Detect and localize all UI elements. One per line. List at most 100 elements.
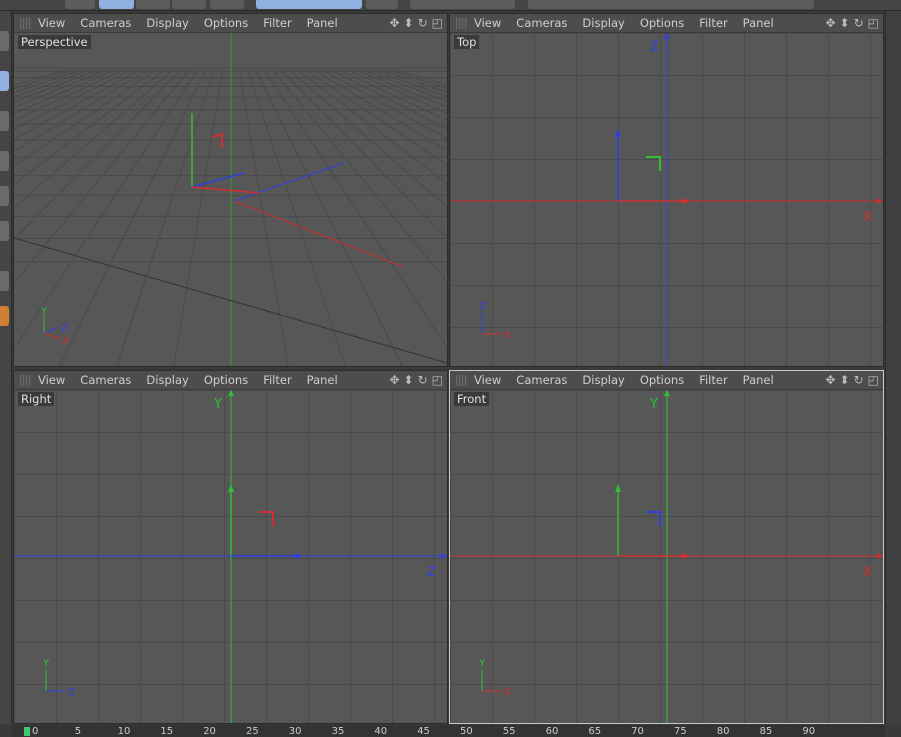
svg-text:X: X (62, 336, 69, 347)
menu-cameras[interactable]: Cameras (516, 373, 567, 387)
menu-options[interactable]: Options (640, 373, 684, 387)
tool-button[interactable] (0, 306, 9, 326)
zoom-view-icon[interactable]: ⬍ (404, 373, 414, 387)
timeline-tick: 65 (588, 726, 602, 737)
tool-button[interactable] (0, 221, 9, 241)
svg-text:X: X (504, 687, 511, 698)
timeline-tick: 50 (460, 726, 473, 737)
menu-view[interactable]: View (474, 373, 501, 387)
menu-filter[interactable]: Filter (263, 373, 291, 387)
viewport-top[interactable]: View Cameras Display Options Filter Panel ✥ ⬍ ↻… (449, 13, 884, 367)
timeline-tick: 35 (331, 726, 345, 737)
move-view-icon[interactable]: ✥ (825, 16, 835, 30)
svg-text:Y: Y (42, 658, 50, 669)
menu-view[interactable]: View (38, 373, 65, 387)
viewport-canvas[interactable]: Y ZX Perspective (14, 33, 447, 366)
timeline-tick: 60 (545, 726, 559, 737)
toolbar-button[interactable] (136, 0, 170, 9)
toggle-view-icon[interactable]: ◰ (432, 373, 443, 387)
drag-grip-icon[interactable] (456, 374, 468, 386)
menu-view[interactable]: View (474, 16, 501, 30)
menu-filter[interactable]: Filter (263, 16, 291, 30)
tool-button[interactable] (0, 71, 9, 91)
toolbar-button[interactable] (366, 0, 398, 9)
menu-display[interactable]: Display (582, 16, 624, 30)
svg-text:Z: Z (650, 40, 659, 55)
toggle-view-icon[interactable]: ◰ (868, 16, 879, 30)
menu-panel[interactable]: Panel (307, 16, 338, 30)
drag-grip-icon[interactable] (20, 374, 32, 386)
menu-cameras[interactable]: Cameras (80, 373, 131, 387)
toolbar-button[interactable] (99, 0, 134, 9)
rotate-view-icon[interactable]: ↻ (854, 373, 864, 387)
tool-button[interactable] (0, 186, 9, 206)
menu-display[interactable]: Display (146, 16, 188, 30)
svg-text:Y: Y (213, 397, 222, 412)
timeline-ruler[interactable]: 0 5 10 15 20 25 30 35 40 45 50 55 60 65 70 75 80 85 90 (12, 725, 885, 737)
toolbar-button[interactable] (256, 0, 362, 9)
move-view-icon[interactable]: ✥ (389, 16, 399, 30)
zoom-view-icon[interactable]: ⬍ (840, 373, 850, 387)
rotate-view-icon[interactable]: ↻ (854, 16, 864, 30)
timeline-tick: 40 (374, 726, 388, 737)
toolbar-button[interactable] (172, 0, 206, 9)
drag-grip-icon[interactable] (456, 17, 468, 29)
timeline-tick: 80 (716, 726, 730, 737)
toolbar-button[interactable] (65, 0, 95, 9)
viewport-right[interactable]: View Cameras Display Options Filter Panel ✥ ⬍ ↻… (13, 370, 448, 724)
tool-button[interactable] (0, 151, 9, 171)
tool-button[interactable] (0, 111, 9, 131)
toolbar-button[interactable] (210, 0, 244, 9)
menu-view[interactable]: View (38, 16, 65, 30)
menu-cameras[interactable]: Cameras (516, 16, 567, 30)
viewport-label: Right (18, 392, 55, 406)
svg-text:X: X (863, 565, 872, 580)
move-view-icon[interactable]: ✥ (389, 373, 399, 387)
menu-options[interactable]: Options (204, 16, 248, 30)
timeline-tick: 20 (203, 726, 216, 737)
tool-button[interactable] (0, 31, 9, 51)
viewport-perspective[interactable]: View Cameras Display Options Filter Panel ✥ ⬍ ↻… (13, 13, 448, 367)
move-view-icon[interactable]: ✥ (825, 373, 835, 387)
viewport-canvas[interactable]: Z Y Y Z Right (14, 390, 447, 723)
menu-panel[interactable]: Panel (307, 373, 338, 387)
tool-button[interactable] (0, 271, 9, 291)
viewport-label: Perspective (18, 35, 91, 49)
menu-filter[interactable]: Filter (699, 16, 727, 30)
zoom-view-icon[interactable]: ⬍ (840, 16, 850, 30)
viewport-front[interactable]: View Cameras Display Options Filter Panel ✥ ⬍ ↻… (449, 370, 884, 724)
menu-cameras[interactable]: Cameras (80, 16, 131, 30)
rotate-view-icon[interactable]: ↻ (418, 373, 428, 387)
toolbar-button[interactable] (410, 0, 515, 9)
toggle-view-icon[interactable]: ◰ (868, 373, 879, 387)
timeline-tick: 90 (802, 726, 816, 737)
drag-grip-icon[interactable] (20, 17, 32, 29)
timeline-tick: 15 (160, 726, 174, 737)
viewport-menubar: View Cameras Display Options Filter Panel ✥ ⬍ ↻… (14, 14, 447, 33)
right-panel-edge (885, 11, 901, 724)
menu-display[interactable]: Display (582, 373, 624, 387)
menu-display[interactable]: Display (146, 373, 188, 387)
viewport-menubar: View Cameras Display Options Filter Panel ✥ ⬍ ↻… (14, 371, 447, 390)
viewport-canvas[interactable]: X Y Y X Front (450, 390, 883, 723)
timeline-tick: 55 (502, 726, 516, 737)
viewport-menubar: View Cameras Display Options Filter Panel ✥ ⬍ ↻… (450, 371, 883, 390)
rotate-view-icon[interactable]: ↻ (418, 16, 428, 30)
timeline-tick: 5 (74, 726, 82, 737)
menu-panel[interactable]: Panel (743, 16, 774, 30)
menu-options[interactable]: Options (204, 373, 248, 387)
menu-panel[interactable]: Panel (743, 373, 774, 387)
zoom-view-icon[interactable]: ⬍ (404, 16, 414, 30)
viewport-label: Top (454, 35, 480, 49)
menu-filter[interactable]: Filter (699, 373, 727, 387)
timeline-tick: 25 (246, 726, 259, 737)
left-tool-palette (0, 11, 12, 724)
toolbar-button[interactable] (528, 0, 814, 9)
svg-text:X: X (863, 210, 872, 225)
toggle-view-icon[interactable]: ◰ (432, 16, 443, 30)
timeline-tick: 70 (631, 726, 644, 737)
viewport-canvas[interactable]: X Z Z X Top (450, 33, 883, 366)
current-frame-marker[interactable] (24, 727, 30, 736)
svg-text:Z: Z (427, 565, 436, 580)
menu-options[interactable]: Options (640, 16, 684, 30)
